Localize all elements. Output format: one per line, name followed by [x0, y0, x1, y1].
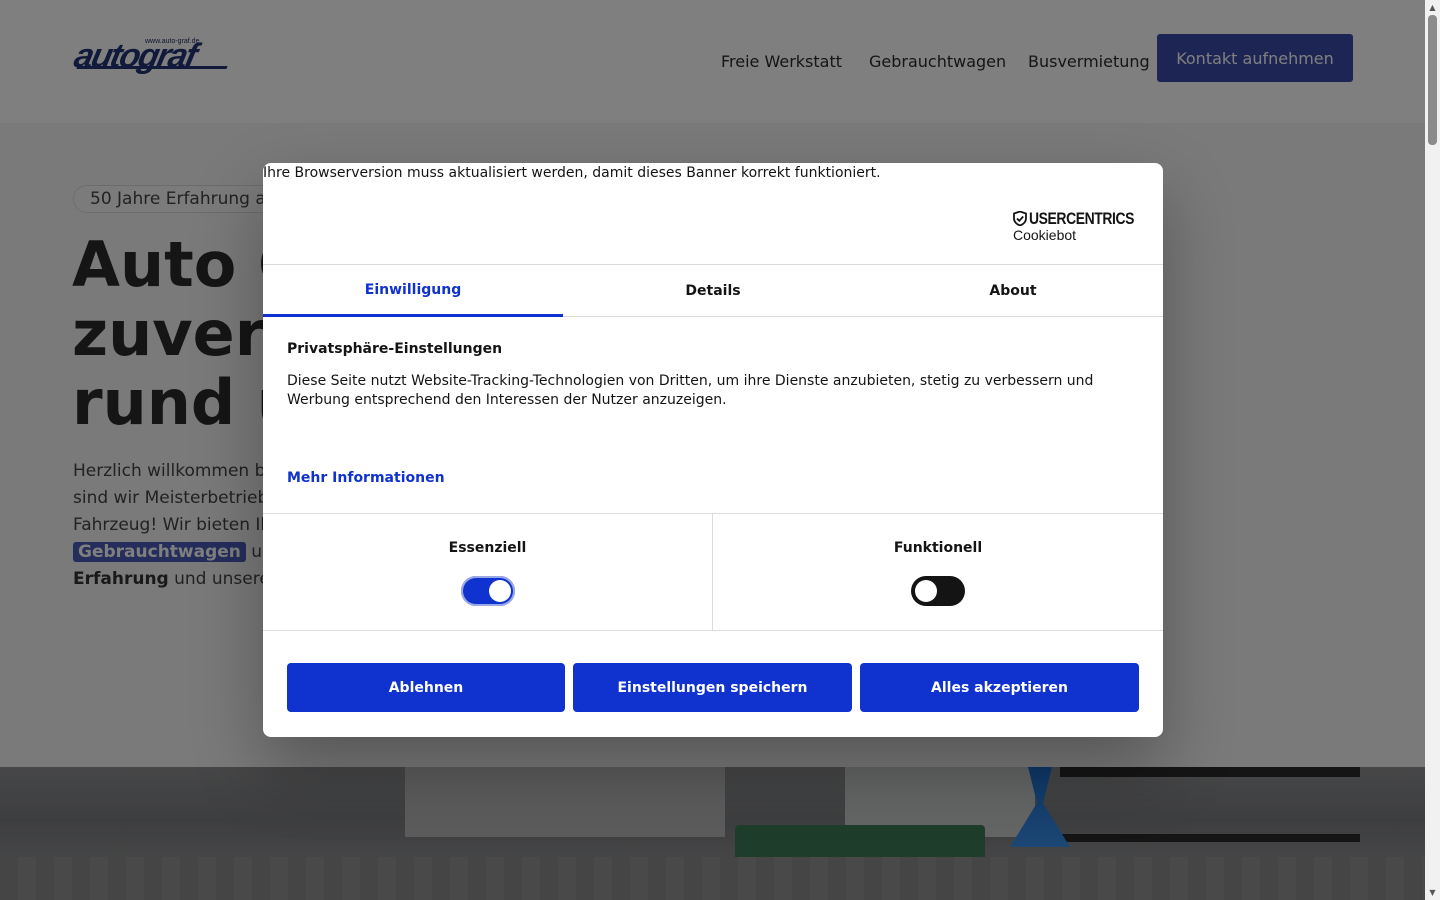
- tab-about[interactable]: About: [863, 265, 1163, 317]
- category-funktionell: Funktionell: [713, 514, 1163, 631]
- usercentrics-brand: USERCENTRICS: [1029, 209, 1135, 228]
- cookiebot-label: Cookiebot: [1013, 227, 1077, 243]
- consent-actions: Ablehnen Einstellungen speichern Alles a…: [287, 663, 1139, 712]
- tab-details[interactable]: Details: [563, 265, 863, 317]
- tab-einwilligung[interactable]: Einwilligung: [263, 265, 563, 317]
- more-info-link[interactable]: Mehr Informationen: [287, 470, 445, 486]
- toggle-knob: [915, 580, 937, 602]
- accept-all-button[interactable]: Alles akzeptieren: [860, 663, 1139, 712]
- cookie-consent-dialog: Ihre Browserversion muss aktualisiert we…: [263, 163, 1163, 737]
- save-settings-button[interactable]: Einstellungen speichern: [573, 663, 852, 712]
- consent-tabs: Einwilligung Details About: [263, 265, 1163, 317]
- consent-categories: Essenziell Funktionell: [263, 513, 1163, 631]
- page-scrollbar[interactable]: ▲ ▼: [1425, 0, 1440, 900]
- toggle-funktionell[interactable]: [911, 576, 965, 606]
- privacy-settings-title: Privatsphäre-Einstellungen: [287, 341, 503, 357]
- toggle-essenziell[interactable]: [461, 576, 515, 606]
- category-label-essenziell: Essenziell: [448, 540, 527, 556]
- browser-update-notice: Ihre Browserversion muss aktualisiert we…: [263, 165, 881, 181]
- category-essenziell: Essenziell: [263, 514, 713, 631]
- arrow-down-icon[interactable]: ▼: [1425, 885, 1440, 900]
- scrollbar-thumb[interactable]: [1428, 15, 1437, 145]
- decline-button[interactable]: Ablehnen: [287, 663, 565, 712]
- category-label-funktionell: Funktionell: [893, 540, 983, 556]
- shield-icon: [1013, 211, 1027, 226]
- privacy-settings-text: Diese Seite nutzt Website-Tracking-Techn…: [287, 373, 1094, 408]
- toggle-knob: [489, 580, 511, 602]
- usercentrics-logo[interactable]: USERCENTRICS Cookiebot: [1013, 209, 1143, 245]
- arrow-up-icon[interactable]: ▲: [1425, 0, 1440, 15]
